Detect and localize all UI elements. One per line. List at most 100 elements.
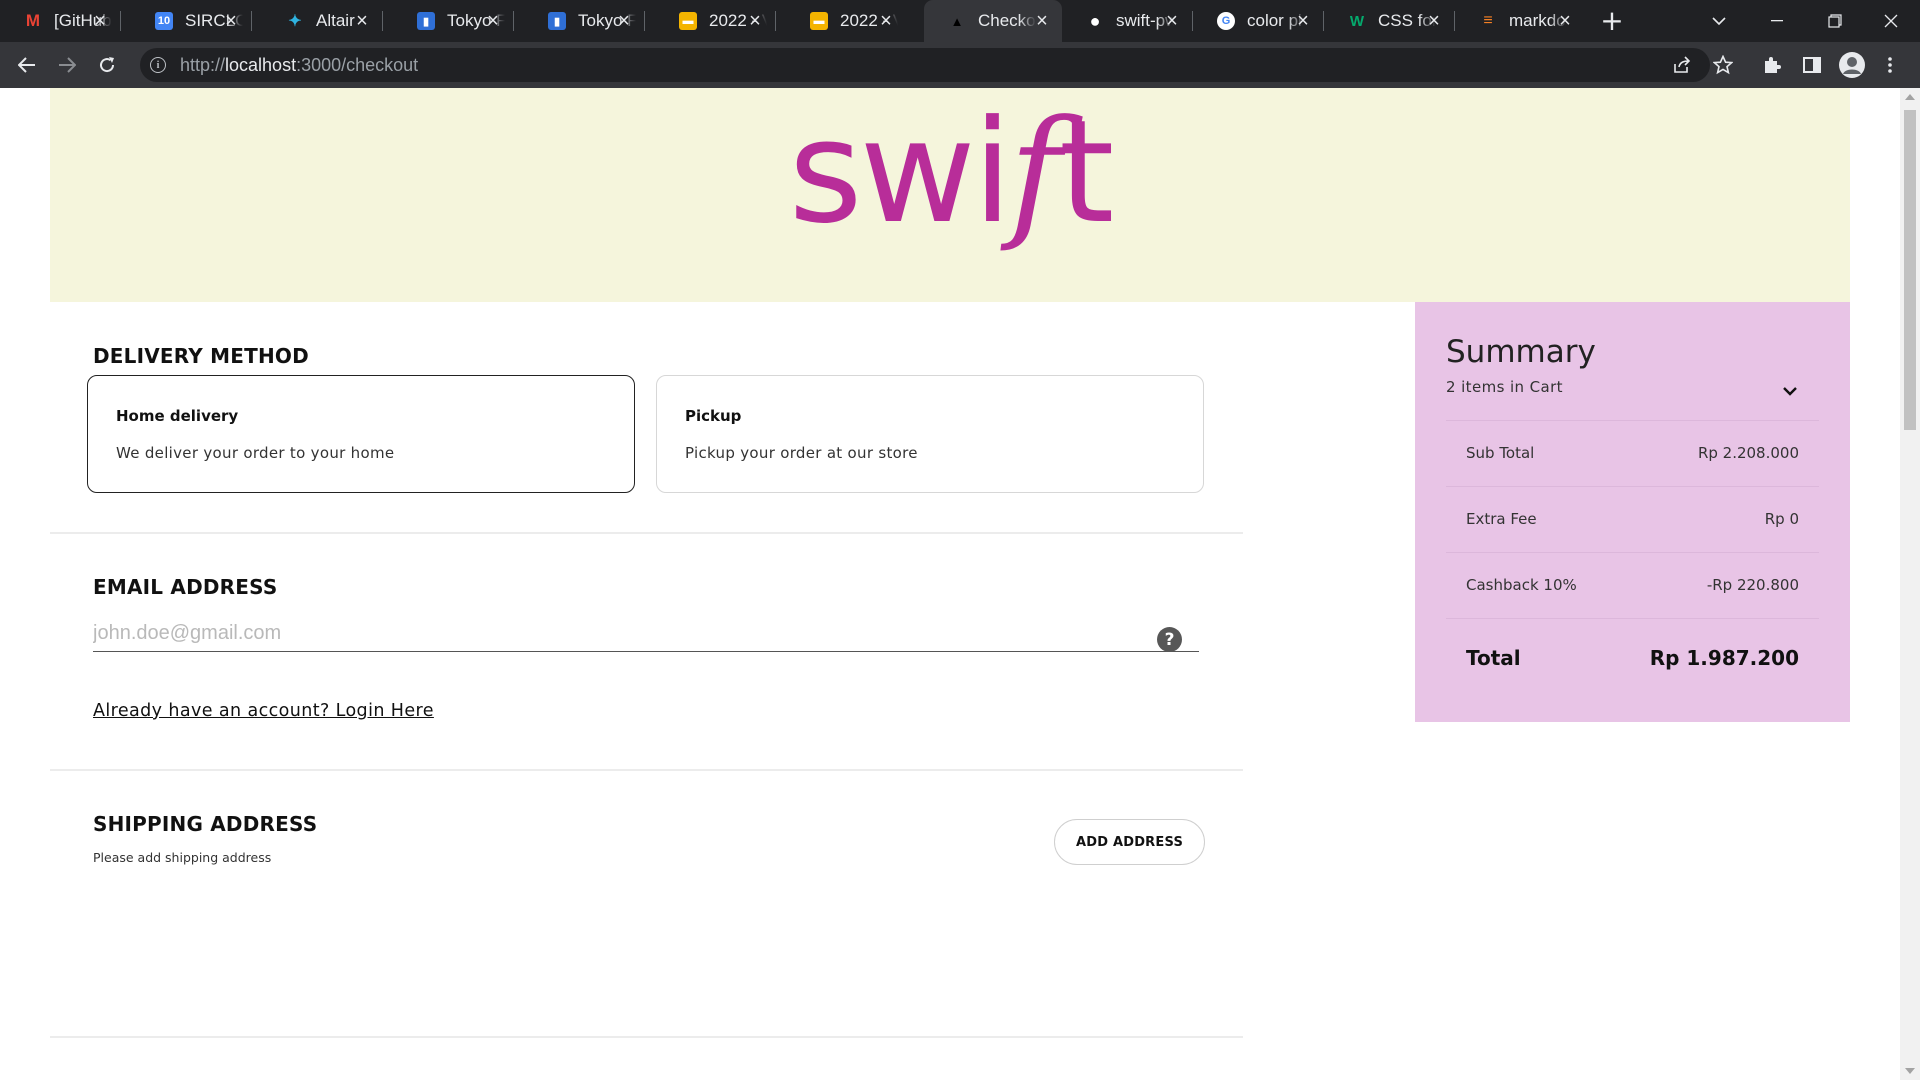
login-link[interactable]: Already have an account? Login Here	[93, 701, 434, 721]
browser-tab[interactable]: ▮ Tokyo F ×	[393, 0, 514, 42]
url-scheme: http://	[180, 54, 226, 75]
share-icon[interactable]	[1666, 49, 1698, 81]
delivery-option-home[interactable]: Home delivery We deliver your order to y…	[87, 375, 635, 493]
page-viewport: swift DELIVERY METHOD Home delivery We d…	[0, 88, 1900, 1080]
back-arrow-icon[interactable]	[11, 49, 43, 81]
tab-separator	[382, 11, 383, 31]
summary-row-total: Total Rp 1.987.200	[1446, 618, 1819, 696]
stackoverflow-icon: ≡	[1483, 12, 1493, 29]
url-text[interactable]: http://localhost:3000/checkout	[180, 55, 418, 76]
reload-icon[interactable]	[91, 49, 123, 81]
scroll-up-arrow-icon[interactable]	[1905, 94, 1915, 100]
summary-row-value: Rp 0	[1764, 509, 1799, 528]
minimize-icon[interactable]	[1748, 0, 1806, 42]
altair-icon: ✦	[288, 13, 302, 30]
browser-tab[interactable]: 10 SIRCLO ×	[131, 0, 252, 42]
slides-icon: ▬	[810, 12, 828, 30]
browser-tab[interactable]: ● swift-pw ×	[1062, 0, 1193, 42]
url-path: :3000/checkout	[296, 54, 419, 75]
restore-icon[interactable]	[1806, 0, 1864, 42]
delivery-option-desc: We deliver your order to your home	[116, 444, 395, 462]
close-tab-icon[interactable]: ×	[745, 11, 765, 31]
browser-tab[interactable]: W CSS for ×	[1324, 0, 1455, 42]
delivery-option-pickup[interactable]: Pickup Pickup your order at our store	[656, 375, 1204, 493]
shipping-address-title: SHIPPING ADDRESS	[93, 812, 318, 836]
close-tab-icon[interactable]: ×	[483, 11, 503, 31]
google-icon: G	[1217, 12, 1235, 30]
scroll-down-arrow-icon[interactable]	[1905, 1068, 1915, 1074]
close-tab-icon[interactable]: ×	[1293, 11, 1313, 31]
tab-search-chevron-icon[interactable]	[1690, 0, 1748, 42]
email-field[interactable]	[93, 616, 1199, 652]
calendar-icon: 10	[155, 12, 173, 30]
question-mark-icon[interactable]: ?	[1157, 627, 1182, 652]
summary-row-label: Sub Total	[1466, 443, 1535, 462]
browser-tab[interactable]: ▬ 2022 - V ×	[655, 0, 776, 42]
new-tab-plus-icon[interactable]: +	[1597, 6, 1627, 36]
close-tab-icon[interactable]: ×	[1162, 11, 1182, 31]
summary-total-value: Rp 1.987.200	[1649, 645, 1799, 670]
summary-row-extra-fee: Extra Fee Rp 0	[1446, 486, 1819, 550]
close-tab-icon[interactable]: ×	[221, 11, 241, 31]
summary-row-label: Cashback 10%	[1466, 575, 1577, 594]
add-address-button[interactable]: ADD ADDRESS	[1054, 819, 1205, 865]
swift-logo[interactable]: swift	[50, 102, 1850, 244]
logo-part: f	[1009, 90, 1062, 255]
bookmark-star-icon[interactable]	[1707, 49, 1739, 81]
logo-part: t	[1058, 90, 1115, 255]
email-address-title: EMAIL ADDRESS	[93, 575, 278, 599]
browser-tab[interactable]: G color pi ×	[1193, 0, 1324, 42]
browser-tab[interactable]: ✦ Altair ×	[262, 0, 383, 42]
tab-separator	[775, 11, 776, 31]
delivery-option-title: Pickup	[685, 407, 742, 425]
scrollbar-thumb[interactable]	[1904, 110, 1916, 430]
close-tab-icon[interactable]: ×	[614, 11, 634, 31]
chevron-down-icon[interactable]	[1780, 381, 1800, 401]
browser-tab[interactable]: ▬ 2022 - V ×	[786, 0, 906, 42]
url-host: localhost	[225, 54, 297, 75]
order-summary-panel: Summary 2 items in Cart Sub Total Rp 2.2…	[1415, 302, 1850, 722]
slides-icon: ▬	[679, 12, 697, 30]
summary-row-value: -Rp 220.800	[1706, 575, 1799, 594]
close-tab-icon[interactable]: ×	[1424, 11, 1444, 31]
close-tab-icon[interactable]: ×	[90, 11, 110, 31]
page-scrollbar[interactable]	[1900, 88, 1920, 1080]
browser-tab[interactable]: M [GitHub ×	[0, 0, 121, 42]
side-panel-icon[interactable]	[1796, 49, 1828, 81]
document-icon: ▮	[417, 12, 435, 30]
browser-tab-active[interactable]: ▲ Checkou ×	[924, 0, 1062, 42]
tab-title: Checkou	[978, 11, 1036, 30]
header-banner: swift	[50, 88, 1850, 302]
browser-tab[interactable]: ≡ markdo ×	[1455, 0, 1585, 42]
delivery-method-title: DELIVERY METHOD	[93, 344, 309, 368]
forward-arrow-icon[interactable]	[51, 49, 83, 81]
site-info-icon[interactable]: i	[150, 57, 166, 73]
close-tab-icon[interactable]: ×	[352, 11, 372, 31]
address-bar[interactable]: i http://localhost:3000/checkout	[140, 48, 1710, 82]
browser-toolbar: i http://localhost:3000/checkout	[0, 42, 1920, 88]
delivery-option-title: Home delivery	[116, 407, 239, 425]
shipping-address-subtitle: Please add shipping address	[93, 850, 272, 865]
github-icon: ●	[1089, 10, 1101, 31]
browser-menu-icon[interactable]	[1878, 49, 1902, 81]
summary-title: Summary	[1446, 334, 1596, 370]
summary-row-label: Extra Fee	[1466, 509, 1537, 528]
vercel-icon: ▲	[950, 13, 964, 29]
close-tab-icon[interactable]: ×	[1555, 11, 1575, 31]
close-window-icon[interactable]	[1862, 0, 1920, 42]
tab-separator	[120, 11, 121, 31]
section-divider	[50, 1036, 1243, 1038]
tab-strip: M [GitHub × 10 SIRCLO × ✦ Altair × ▮ Tok…	[0, 0, 1920, 42]
browser-tab[interactable]: ▮ Tokyo F ×	[524, 0, 645, 42]
profile-avatar-icon[interactable]	[1836, 49, 1868, 81]
w3schools-icon: W	[1349, 12, 1365, 30]
cart-items-count: 2 items in Cart	[1446, 378, 1563, 396]
summary-row-cashback: Cashback 10% -Rp 220.800	[1446, 552, 1819, 616]
summary-row-subtotal: Sub Total Rp 2.208.000	[1446, 420, 1819, 484]
close-tab-icon[interactable]: ×	[876, 11, 896, 31]
close-tab-icon[interactable]: ×	[1032, 11, 1052, 31]
section-divider	[50, 532, 1243, 534]
delivery-option-desc: Pickup your order at our store	[685, 444, 918, 462]
document-icon: ▮	[548, 12, 566, 30]
extensions-puzzle-icon[interactable]	[1756, 49, 1788, 81]
